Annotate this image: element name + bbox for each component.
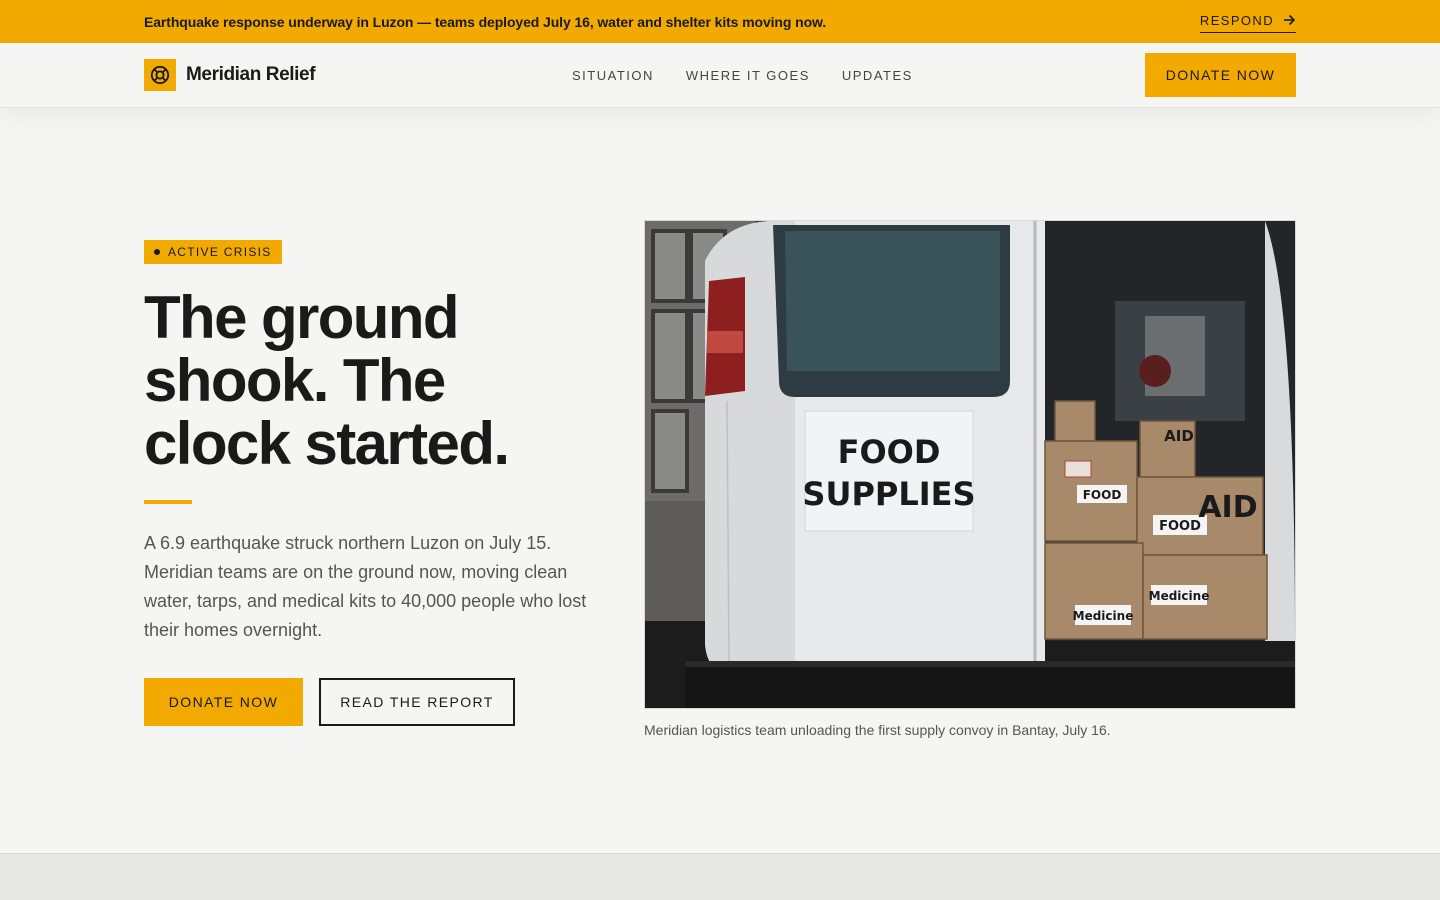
door-sign-line2: SUPPLIES xyxy=(802,475,975,513)
box-label-aid-small: AID xyxy=(1164,427,1194,445)
box-label-aid-large: AID xyxy=(1198,490,1257,525)
brand-logo xyxy=(144,59,176,91)
hero-lede: A 6.9 earthquake struck northern Luzon o… xyxy=(144,533,587,640)
badge-label: ACTIVE CRISIS xyxy=(168,245,272,259)
next-section-band xyxy=(0,853,1440,900)
brand[interactable]: Meridian Relief xyxy=(144,59,316,91)
header-donate-button[interactable]: DONATE NOW xyxy=(1145,53,1296,97)
photo-caption: Meridian logistics team unloading the fi… xyxy=(644,722,1111,738)
status-badge: ACTIVE CRISIS xyxy=(144,240,282,264)
respond-link[interactable]: RESPOND xyxy=(1199,11,1296,33)
read-report-button[interactable]: READ THE REPORT xyxy=(319,678,515,726)
supply-van-illustration: FOOD SUPPLIES AID FOOD FOOD AID Medicine… xyxy=(645,221,1295,708)
brand-name: Meridian Relief xyxy=(186,64,316,85)
box-label-food-left: FOOD xyxy=(1083,488,1122,502)
donate-button[interactable]: DONATE NOW xyxy=(144,678,303,726)
nav-item-updates[interactable]: UPDATES xyxy=(842,68,913,83)
box-label-medicine-right: Medicine xyxy=(1149,589,1210,603)
hero-photo: FOOD SUPPLIES AID FOOD FOOD AID Medicine… xyxy=(644,220,1296,709)
main-nav: SITUATION WHERE IT GOES UPDATES xyxy=(572,43,913,108)
box-label-medicine-left: Medicine xyxy=(1073,609,1134,623)
page-title: The ground shook. The clock started. xyxy=(144,284,510,477)
arrow-right-icon xyxy=(1284,14,1296,26)
door-sign-line1: FOOD xyxy=(838,433,941,471)
accent-divider xyxy=(144,500,192,504)
nav-item-situation[interactable]: SITUATION xyxy=(572,68,654,83)
alert-text: Earthquake response underway in Luzon — … xyxy=(144,13,827,30)
nav-item-where-it-goes[interactable]: WHERE IT GOES xyxy=(686,68,810,83)
alert-bar: Earthquake response underway in Luzon — … xyxy=(0,0,1440,43)
box-label-food-right: FOOD xyxy=(1159,519,1201,534)
lifebuoy-icon xyxy=(150,65,170,85)
badge-dot-icon xyxy=(154,249,160,255)
respond-link-label: RESPOND xyxy=(1199,12,1274,28)
site-header: Meridian Relief SITUATION WHERE IT GOES … xyxy=(0,43,1440,108)
